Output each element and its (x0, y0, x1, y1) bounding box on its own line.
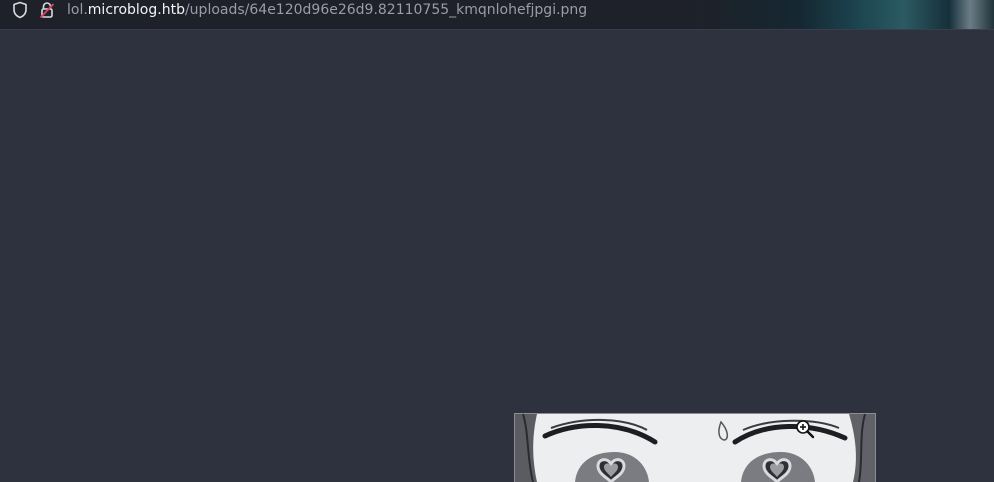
shield-icon[interactable] (12, 0, 30, 20)
toolbar-background-art (694, 0, 994, 29)
zoom-in-cursor-icon (795, 419, 815, 439)
url-path: /uploads/64e120d96e26d9.82110755_kmqnloh… (184, 2, 588, 18)
insecure-lock-icon[interactable] (39, 0, 57, 20)
url-prefix: lol. (67, 2, 88, 18)
url-field[interactable]: lol.microblog.htb/uploads/64e120d96e26d9… (67, 0, 587, 20)
url-domain: microblog.htb (87, 2, 185, 18)
address-bar[interactable]: lol.microblog.htb/uploads/64e120d96e26d9… (0, 0, 994, 30)
manga-eyes-illustration (515, 414, 875, 482)
uploaded-image[interactable] (514, 413, 876, 482)
